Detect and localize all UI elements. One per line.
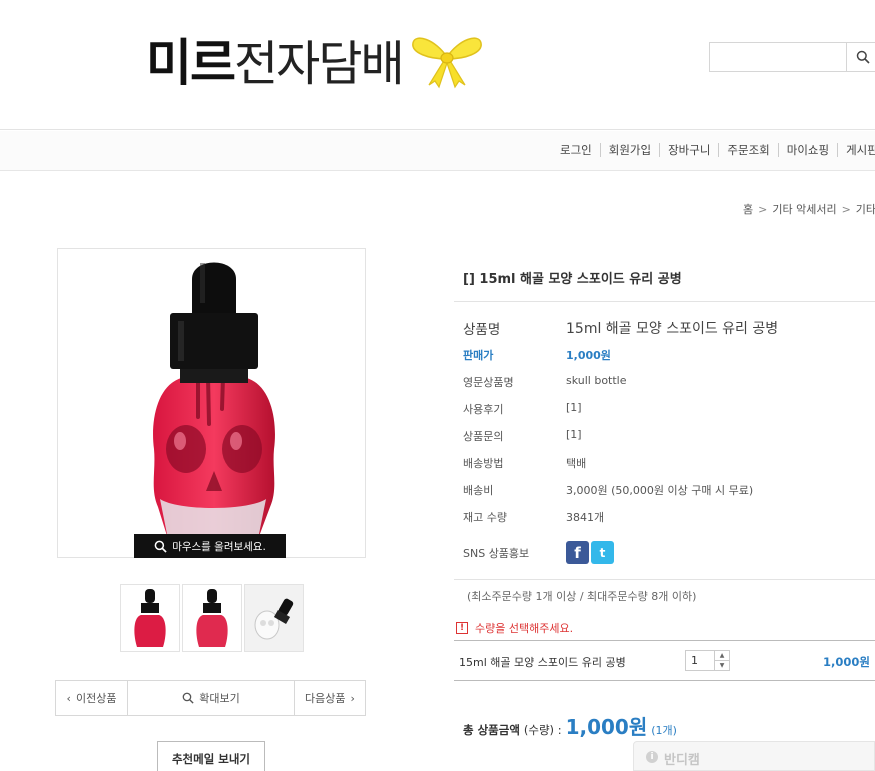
quantity-warning: ! 수량을 선택해주세요.: [456, 620, 573, 636]
logo-light-text: 전자담배: [234, 36, 405, 92]
option-name: 15ml 해골 모양 스포이드 유리 공병: [459, 656, 626, 669]
row-product-name: 상품명 15ml 해골 모양 스포이드 유리 공병: [463, 318, 778, 338]
top-navigation: 로그인 회원가입 장바구니 주문조회 마이쇼핑 게시판: [0, 131, 875, 171]
nav-login[interactable]: 로그인: [552, 143, 600, 157]
label-shipping-method: 배송방법: [463, 457, 504, 470]
divider: [454, 579, 875, 580]
row-english-name: 영문상품명 skull bottle: [463, 374, 627, 390]
total-amount: 1,000원: [565, 715, 648, 739]
total-label: 총 상품금액: [463, 723, 520, 737]
breadcrumb: 홈 > 기타 악세서리 > 기타: [743, 201, 875, 217]
row-shipping-fee: 배송비 3,000원 (50,000원 이상 구매 시 무료): [463, 482, 753, 498]
search-button[interactable]: [846, 43, 875, 71]
breadcrumb-subcategory[interactable]: 기타: [856, 203, 875, 216]
quantity-value[interactable]: 1: [686, 651, 714, 670]
quantity-up-icon[interactable]: ▲: [715, 651, 729, 661]
quantity-stepper[interactable]: 1 ▲ ▼: [685, 650, 730, 671]
nav-order-lookup[interactable]: 주문조회: [718, 143, 777, 157]
zoom-hint: 마우스를 올려보세요.: [134, 534, 286, 558]
prev-product-label: 이전상품: [75, 692, 117, 705]
nav-my-shopping[interactable]: 마이쇼핑: [777, 143, 837, 157]
product-main-image[interactable]: [57, 248, 366, 558]
label-sns: SNS 상품홍보: [463, 547, 530, 560]
value-price: 1,000원: [566, 349, 611, 362]
order-quantity-limits: (최소주문수량 1개 이상 / 최대주문수량 8개 이하): [467, 590, 697, 603]
magnifier-icon: [154, 540, 167, 553]
chevron-left-icon: ‹: [66, 691, 71, 705]
info-icon: i: [646, 751, 658, 763]
total-price: 총 상품금액 (수량) : 1,000원 (1개): [463, 711, 677, 740]
total-count: (1개): [651, 724, 677, 737]
row-price: 판매가 1,000원: [463, 347, 611, 363]
label-qna: 상품문의: [463, 430, 504, 443]
value-product-name: 15ml 해골 모양 스포이드 유리 공병: [566, 321, 779, 337]
thumbnail-bottle-image: [134, 589, 166, 647]
value-stock: 3841개: [566, 511, 605, 524]
total-suffix: (수량) :: [523, 723, 562, 737]
skull-bottle-image: [58, 249, 365, 557]
breadcrumb-home[interactable]: 홈: [743, 203, 753, 216]
label-price: 판매가: [463, 349, 494, 362]
bandicam-label: 반디캠: [664, 753, 700, 768]
magnifier-icon: [182, 692, 194, 704]
warning-icon: !: [456, 622, 468, 634]
thumbnail-bottle-image: [196, 589, 228, 647]
row-shipping-method: 배송방법 택배: [463, 455, 586, 471]
value-reviews[interactable]: [1]: [566, 401, 582, 414]
breadcrumb-category[interactable]: 기타 악세서리: [772, 203, 836, 216]
next-product-button[interactable]: 다음상품 ›: [295, 681, 365, 715]
quantity-warning-text: 수량을 선택해주세요.: [475, 622, 574, 635]
label-stock: 재고 수량: [463, 511, 507, 524]
label-shipping-fee: 배송비: [463, 484, 494, 497]
label-product-name: 상품명: [463, 322, 501, 338]
bandicam-overlay: i 반디캠: [633, 741, 875, 771]
chevron-right-icon: >: [841, 203, 851, 216]
value-shipping-fee: 3,000원 (50,000원 이상 구매 시 무료): [566, 484, 754, 497]
search-box: [709, 42, 875, 72]
product-title: [] 15ml 해골 모양 스포이드 유리 공병: [463, 272, 682, 287]
option-price: 1,000원: [823, 655, 870, 669]
label-reviews: 사용후기: [463, 403, 504, 416]
zoom-view-label: 확대보기: [199, 692, 240, 705]
site-logo[interactable]: 미르 전자담배: [146, 24, 487, 94]
nav-board[interactable]: 게시판: [837, 143, 875, 157]
row-reviews: 사용후기 [1]: [463, 401, 582, 417]
search-input[interactable]: [710, 43, 846, 71]
thumbnail-1[interactable]: [120, 584, 180, 652]
thumbnail-3[interactable]: [244, 584, 304, 652]
chevron-right-icon: ›: [350, 691, 355, 705]
value-qna[interactable]: [1]: [566, 428, 582, 441]
site-header: 미르 전자담배: [0, 0, 875, 130]
value-english-name: skull bottle: [566, 374, 627, 387]
facebook-icon[interactable]: f: [566, 541, 589, 564]
twitter-icon[interactable]: t: [591, 541, 614, 564]
thumbnail-2[interactable]: [182, 584, 242, 652]
divider: [454, 640, 875, 641]
image-navigation: ‹ 이전상품 확대보기 다음상품 ›: [55, 680, 366, 716]
thumbnail-empty-bottle-image: [254, 598, 294, 640]
divider: [454, 301, 875, 302]
quantity-down-icon[interactable]: ▼: [715, 661, 729, 670]
logo-bold-text: 미르: [146, 34, 236, 92]
zoom-view-button[interactable]: 확대보기: [128, 681, 295, 715]
row-stock: 재고 수량 3841개: [463, 509, 604, 525]
chevron-right-icon: >: [758, 203, 768, 216]
thumbnail-strip: [120, 584, 304, 652]
divider: [454, 680, 875, 681]
nav-cart[interactable]: 장바구니: [659, 143, 718, 157]
zoom-hint-text: 마우스를 올려보세요.: [172, 540, 266, 553]
next-product-label: 다음상품: [305, 692, 346, 705]
value-shipping-method: 택배: [566, 457, 587, 470]
search-icon: [856, 50, 870, 64]
nav-join[interactable]: 회원가입: [599, 143, 659, 157]
label-english-name: 영문상품명: [463, 376, 514, 389]
ribbon-bow-icon: [411, 37, 482, 89]
row-sns: SNS 상품홍보: [463, 545, 529, 561]
row-qna: 상품문의 [1]: [463, 428, 582, 444]
sns-buttons: f t: [566, 541, 614, 564]
recommend-email-button[interactable]: 추천메일 보내기: [157, 741, 265, 771]
prev-product-button[interactable]: ‹ 이전상품: [56, 681, 128, 715]
